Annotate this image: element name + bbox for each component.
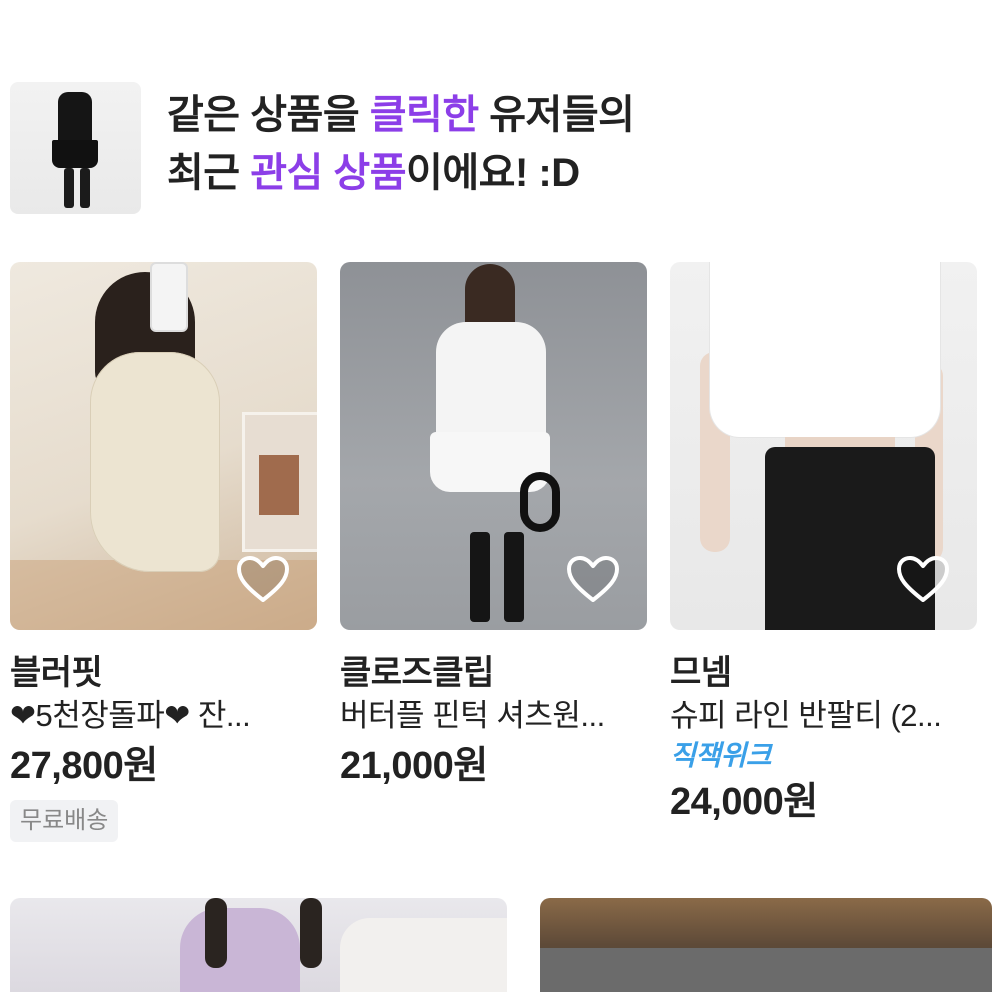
thumbnail-figure-boot-left (64, 168, 74, 208)
reference-product-thumbnail[interactable] (10, 82, 141, 214)
product-brand[interactable]: 클로즈클립 (340, 652, 647, 694)
product-image[interactable] (10, 262, 317, 630)
recommendation-headline: 같은 상품을 클릭한 유저들의 최근 관심 상품이에요! :D (167, 86, 635, 202)
product-info: 블러핏 ❤5천장돌파❤ 잔... 27,800원 무료배송 (10, 630, 317, 842)
promo-tag: 직잭위크 (670, 740, 772, 771)
image-phone (150, 262, 188, 332)
image-wall-frame (242, 412, 317, 552)
product-info: 클로즈클립 버터플 핀턱 셔츠원... 21,000원 (340, 630, 647, 794)
product-price: 27,800원 (10, 745, 158, 787)
headline-text: 유저들의 (478, 93, 635, 137)
free-shipping-badge: 무료배송 (10, 800, 119, 842)
heart-outline-icon[interactable] (235, 554, 291, 604)
heart-outline-icon[interactable] (895, 554, 951, 604)
product-price: 24,000원 (670, 781, 818, 823)
product-brand[interactable]: 므넴 (670, 652, 977, 694)
image-model-braid-right (300, 898, 322, 968)
image-boot-right (504, 532, 524, 622)
headline-highlight: 클릭한 (369, 93, 479, 137)
product-name[interactable]: ❤5천장돌파❤ 잔... (10, 694, 310, 738)
image-model-braid-left (205, 898, 227, 968)
headline-line-2: 최근 관심 상품이에요! :D (167, 144, 634, 202)
thumbnail-figure-boot-right (80, 168, 90, 208)
product-image[interactable] (670, 262, 977, 630)
product-brand[interactable]: 블러핏 (10, 652, 317, 694)
product-info: 므넴 슈피 라인 반팔티 (2... 직잭위크 24,000원 (670, 630, 977, 830)
image-black-bag (520, 472, 560, 532)
product-card[interactable]: 블러핏 ❤5천장돌파❤ 잔... 27,800원 무료배송 (10, 262, 317, 842)
product-image-next-row[interactable] (540, 898, 992, 992)
image-floral-dress (90, 352, 220, 572)
recommendation-header: 같은 상품을 클릭한 유저들의 최근 관심 상품이에요! :D (10, 82, 982, 214)
headline-text: 같은 상품을 (167, 93, 370, 137)
image-white-tshirt (710, 262, 940, 437)
product-card[interactable]: 므넴 슈피 라인 반팔티 (2... 직잭위크 24,000원 (670, 262, 977, 830)
image-model-top (180, 908, 300, 992)
image-grey-blanket (540, 948, 992, 992)
product-name[interactable]: 슈피 라인 반팔티 (2... (670, 694, 970, 738)
heart-outline-icon[interactable] (565, 554, 621, 604)
product-price: 21,000원 (340, 745, 488, 787)
headline-highlight: 관심 상품 (250, 151, 407, 195)
product-image[interactable] (340, 262, 647, 630)
product-name[interactable]: 버터플 핀턱 셔츠원... (340, 694, 640, 738)
headline-line-1: 같은 상품을 클릭한 유저들의 (167, 86, 635, 144)
image-knit-cardigan (340, 918, 507, 992)
thumbnail-figure-skirt (52, 140, 98, 168)
product-card[interactable]: 클로즈클립 버터플 핀턱 셔츠원... 21,000원 (340, 262, 647, 794)
headline-text: 이에요! :D (406, 151, 580, 195)
headline-text: 최근 (167, 151, 251, 195)
product-image-next-row[interactable] (10, 898, 507, 992)
image-boot-left (470, 532, 490, 622)
